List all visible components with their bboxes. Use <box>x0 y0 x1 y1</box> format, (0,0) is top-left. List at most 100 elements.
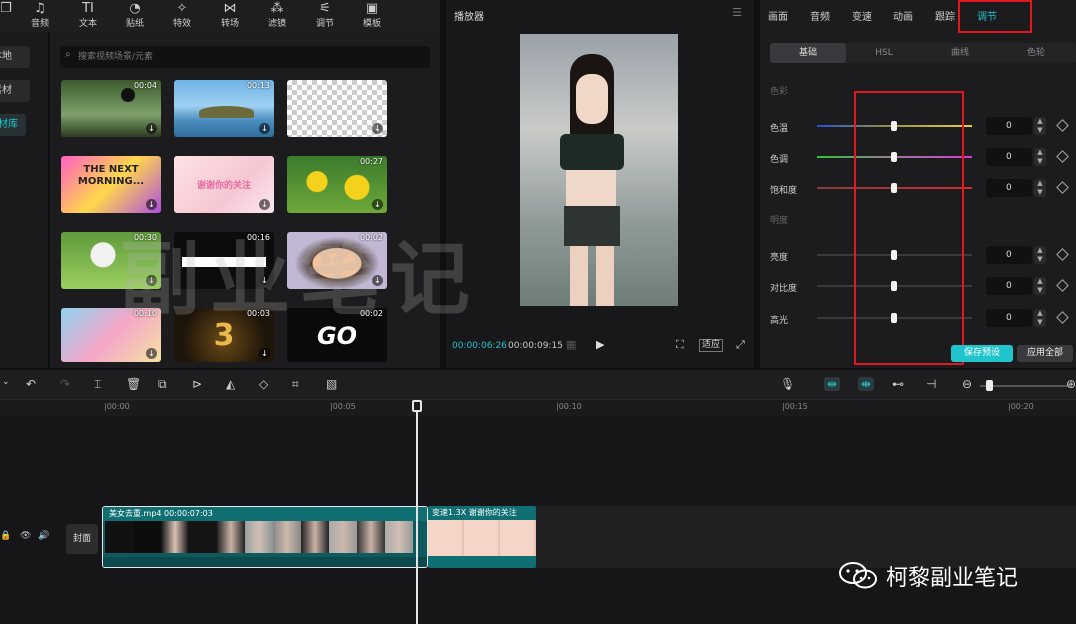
redo-icon[interactable]: ↷ <box>60 377 70 391</box>
mirror-icon[interactable]: ◭ <box>226 377 235 391</box>
library-thumb[interactable]: ↓ <box>287 80 387 137</box>
preview-axis-icon[interactable]: ⊣ <box>926 377 936 391</box>
subtab-color-wheel[interactable]: 色轮 <box>998 43 1074 63</box>
tab-audio[interactable]: 音频 <box>810 8 830 23</box>
zoom-in-icon[interactable]: ⊕ <box>1066 377 1076 391</box>
library-thumb[interactable]: 00:27 ↓ <box>287 156 387 213</box>
playhead-handle[interactable] <box>412 400 422 412</box>
library-thumb[interactable]: 谢谢你的关注 ↓ <box>174 156 274 213</box>
keyframe-icon[interactable] <box>1056 119 1069 132</box>
value-input[interactable]: 0 <box>986 309 1032 327</box>
toolbar-item-adjust[interactable]: ⚟ 调节 <box>305 0 345 32</box>
menu-icon[interactable]: ☰ <box>732 6 742 19</box>
stepper-icon[interactable]: ▲ ▼ <box>1034 246 1046 264</box>
delete-icon[interactable]: 🗑 <box>126 377 141 391</box>
freeze-frame-icon[interactable]: ⧉ <box>158 377 167 392</box>
thumb-title: 谢谢你的关注 <box>196 181 251 191</box>
toolbar-item-text[interactable]: TI 文本 <box>68 0 108 32</box>
reverse-icon[interactable]: ⊳ <box>192 377 202 391</box>
download-icon[interactable]: ↓ <box>146 199 157 210</box>
value-input[interactable]: 0 <box>986 117 1032 135</box>
value-input[interactable]: 0 <box>986 246 1032 264</box>
snap-icon[interactable]: ⇼ <box>858 377 875 391</box>
subtab-basic[interactable]: 基础 <box>770 43 846 63</box>
apply-all-button[interactable]: 应用全部 <box>1017 345 1073 362</box>
stepper-icon[interactable]: ▲ ▼ <box>1034 179 1046 197</box>
toolbar-item-filter[interactable]: ⁂ 滤镜 <box>257 0 297 32</box>
video-preview[interactable] <box>520 34 678 306</box>
fullscreen-focus-icon[interactable]: ⛶ <box>676 338 684 352</box>
playhead[interactable] <box>416 400 418 624</box>
library-thumb[interactable]: 00:13 ↓ <box>174 80 274 137</box>
stepper-icon[interactable]: ▲ ▼ <box>1034 277 1046 295</box>
save-preset-button[interactable]: 保存预设 <box>951 345 1013 362</box>
chevron-down-icon[interactable]: ⌄ <box>2 377 10 387</box>
expand-icon[interactable]: ⤢ <box>736 338 745 352</box>
toolbar-item-template[interactable]: ▣ 模板 <box>352 0 392 32</box>
keyframe-icon[interactable] <box>1056 248 1069 261</box>
toolbar-item-sticker[interactable]: ◔ 贴纸 <box>115 0 155 32</box>
value-input[interactable]: 0 <box>986 277 1032 295</box>
tab-tracking[interactable]: 跟踪 <box>935 8 955 23</box>
value-input[interactable]: 0 <box>986 148 1032 166</box>
brand-text: 柯黎副业笔记 <box>886 566 1019 591</box>
toolbar-item-transition[interactable]: ⋈ 转场 <box>210 0 250 32</box>
download-icon[interactable]: ↓ <box>259 199 270 210</box>
clip-frame <box>105 521 133 553</box>
grid-icon[interactable]: ▦ <box>566 338 576 351</box>
value-input[interactable]: 0 <box>986 179 1032 197</box>
tab-picture[interactable]: 画面 <box>768 8 788 23</box>
media-toolbar: ❒ ♫ 音频 TI 文本 ◔ 贴纸 ✧ 特效 ⋈ 转场 ⁂ 滤镜 ⚟ 调节 ▣ 模板 <box>0 0 440 32</box>
keyframe-icon[interactable] <box>1056 279 1069 292</box>
lock-icon[interactable]: 🔒 <box>0 531 11 541</box>
image-icon[interactable]: ▧ <box>326 377 337 391</box>
video-clip[interactable]: 美女去重.mp4 00:00:07:03 <box>102 506 428 568</box>
link-main-track-icon[interactable]: ⇹ <box>824 377 841 391</box>
cover-button[interactable]: 封面 <box>66 524 98 554</box>
zoom-out-icon[interactable]: ⊖ <box>962 377 972 391</box>
toolbar-item-audio[interactable]: ♫ 音频 <box>20 0 60 32</box>
rotate-icon[interactable]: ◇ <box>259 377 268 391</box>
download-icon[interactable]: ↓ <box>146 123 157 134</box>
fit-button[interactable]: 适应 <box>699 339 724 352</box>
tab-animation[interactable]: 动画 <box>893 8 913 23</box>
microphone-icon[interactable]: 🎙 <box>780 377 795 391</box>
thumb-shape <box>121 88 135 102</box>
download-icon[interactable]: ↓ <box>146 348 157 359</box>
clip-frame <box>217 521 245 553</box>
split-icon[interactable]: ⌶ <box>94 377 101 392</box>
tab-speed[interactable]: 变速 <box>852 8 872 23</box>
subtab-hsl[interactable]: HSL <box>846 43 922 63</box>
toolbar-item-effects[interactable]: ✧ 特效 <box>162 0 202 32</box>
keyframe-icon[interactable] <box>1056 150 1069 163</box>
link-icon[interactable]: ⊷ <box>892 377 904 391</box>
zoom-slider-knob[interactable] <box>986 380 993 391</box>
undo-icon[interactable]: ↶ <box>26 377 36 391</box>
track-area[interactable]: 🔒 👁 🔊 封面 美女去重.mp4 00:00:07:03 变速1.3X 谢谢你… <box>0 416 1076 624</box>
download-icon[interactable]: ↓ <box>259 123 270 134</box>
zoom-slider-track[interactable] <box>980 385 1070 387</box>
time-ruler[interactable]: |00:00 |00:05 |00:10 |00:15 |00:20 <box>0 400 1076 416</box>
eye-icon[interactable]: 👁 <box>20 531 31 541</box>
row-label: 对比度 <box>770 284 798 294</box>
play-button[interactable]: ▶ <box>596 338 604 351</box>
sidebar-item-library[interactable]: 素材库 <box>0 114 26 136</box>
sticker-clip[interactable]: 变速1.3X 谢谢你的关注 <box>428 506 536 568</box>
download-icon[interactable]: ↓ <box>259 348 270 359</box>
download-icon[interactable]: ↓ <box>372 123 383 134</box>
sidebar-item-local[interactable]: 本地 <box>0 46 30 68</box>
sidebar-item-cloud[interactable]: 素材 <box>0 80 30 102</box>
download-icon[interactable]: ↓ <box>372 199 383 210</box>
stepper-icon[interactable]: ▲ ▼ <box>1034 309 1046 327</box>
stepper-icon[interactable]: ▲ ▼ <box>1034 148 1046 166</box>
library-thumb[interactable]: 00:04 ↓ <box>61 80 161 137</box>
crop-icon[interactable]: ⌗ <box>292 377 299 392</box>
speaker-icon[interactable]: 🔊 <box>38 531 49 541</box>
keyframe-icon[interactable] <box>1056 181 1069 194</box>
stepper-icon[interactable]: ▲ ▼ <box>1034 117 1046 135</box>
subtab-curves[interactable]: 曲线 <box>922 43 998 63</box>
library-thumb[interactable]: THE NEXT MORNING... ↓ <box>61 156 161 213</box>
ruler-tick: |00:20 <box>1008 402 1034 411</box>
keyframe-icon[interactable] <box>1056 311 1069 324</box>
search-input[interactable]: 搜索视频场景/元素 <box>60 46 430 68</box>
